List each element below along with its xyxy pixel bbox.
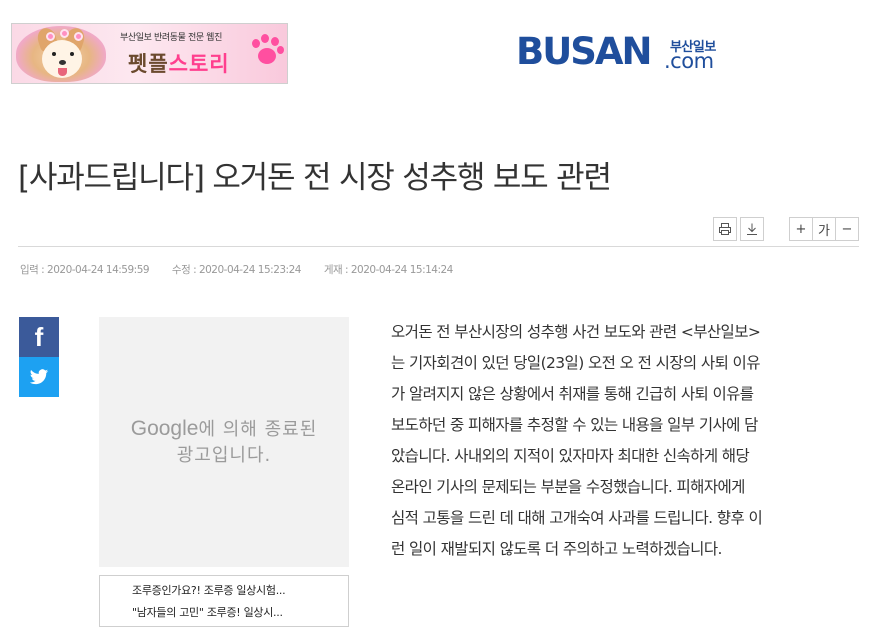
header-divider	[18, 246, 859, 247]
article-line: 심적 고통을 드린 데 대해 고개숙여 사과를 드립니다. 향후 이	[391, 509, 763, 527]
article-body: 오거돈 전 부산시장의 성추행 사건 보도와 관련 <부산일보> 는 기자회견이…	[391, 317, 801, 565]
twitter-bird-icon	[29, 368, 49, 384]
minus-icon: −	[841, 221, 853, 237]
article-line: 오거돈 전 부산시장의 성추행 사건 보도와 관련 <부산일보>	[391, 323, 761, 341]
font-size-text: 가	[818, 223, 830, 239]
banner-title-part1: 펫플	[128, 52, 169, 76]
article-line: 았습니다. 사내외의 지적이 있자마자 최대한 신속하게 해당	[391, 447, 750, 465]
font-decrease-button[interactable]: −	[835, 217, 859, 241]
page-title: [사과드립니다] 오거돈 전 시장 성추행 보도 관련	[18, 160, 612, 196]
facebook-icon: f	[34, 321, 44, 352]
article-line: 보도하던 중 피해자를 추정할 수 있는 내용을 일부 기사에 담	[391, 416, 758, 434]
logo-domain: .com	[664, 49, 714, 73]
related-links-box: 조루증인가요?! 조루증 일상시험... "남자들의 고민" 조루증! 일상시.…	[99, 575, 349, 627]
ad-closed-text-1: 에 의해 종료된	[198, 418, 318, 440]
twitter-share-button[interactable]	[19, 357, 59, 397]
article-line: 가 알려지지 않은 상황에서 취재를 통해 긴급히 사퇴 이유를	[391, 385, 754, 403]
font-increase-button[interactable]: +	[789, 217, 813, 241]
article-line: 는 기자회견이 있던 당일(23일) 오전 오 전 시장의 사퇴 이유	[391, 354, 760, 372]
article-line: 런 일이 재발되지 않도록 더 주의하고 노력하겠습니다.	[391, 540, 722, 558]
plus-icon: +	[795, 221, 807, 237]
ad-closed-text-2: 광고입니다.	[176, 444, 272, 466]
banner-tagline: 부산일보 반려동물 전문 웹진	[120, 33, 222, 43]
google-brand-text: Google	[130, 416, 199, 440]
download-icon	[747, 223, 757, 235]
corgi-photo	[16, 25, 106, 82]
closed-ad-box: Google에 의해 종료된 광고입니다.	[99, 317, 349, 567]
input-date: 입력 : 2020-04-24 14:59:59	[20, 264, 150, 276]
download-button[interactable]	[740, 217, 764, 241]
printer-icon	[719, 223, 731, 235]
related-link[interactable]: "남자들의 고민" 조루증! 일상시...	[132, 602, 332, 624]
banner-title: 펫플스토리	[128, 48, 230, 78]
busan-logo[interactable]: BUSAN 부산일보 .com	[516, 32, 726, 76]
logo-main: BUSAN	[516, 30, 652, 73]
pet-story-banner-ad[interactable]: 부산일보 반려동물 전문 웹진 펫플스토리	[11, 23, 288, 84]
print-button[interactable]	[713, 217, 737, 241]
paw-icon	[248, 34, 284, 70]
facebook-share-button[interactable]: f	[19, 317, 59, 357]
modified-date: 수정 : 2020-04-24 15:23:24	[171, 264, 302, 276]
font-size-label: 가	[813, 217, 835, 241]
article-line: 온라인 기사의 문제되는 부분을 수정했습니다. 피해자에게	[391, 478, 745, 496]
published-date: 게재 : 2020-04-24 15:14:24	[323, 264, 454, 276]
related-link[interactable]: 조루증인가요?! 조루증 일상시험...	[132, 580, 332, 602]
banner-title-part2: 스토리	[168, 52, 230, 76]
article-dates: 입력 : 2020-04-24 14:59:59 수정 : 2020-04-24…	[20, 262, 473, 277]
